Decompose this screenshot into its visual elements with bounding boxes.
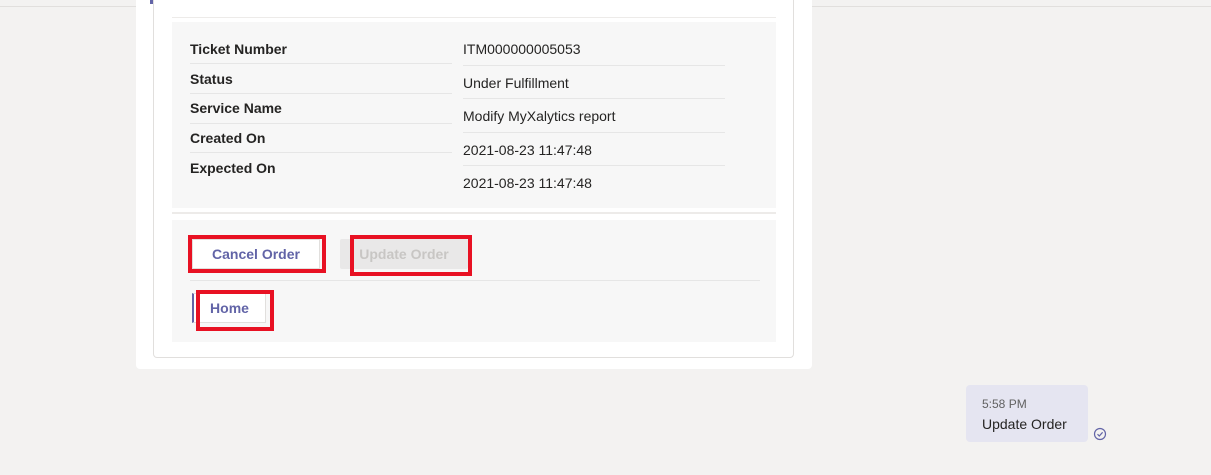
service-name-label: Service Name [190, 100, 282, 116]
status-value: Under Fulfillment [463, 75, 569, 91]
card-separator [172, 17, 776, 18]
row-divider [190, 123, 452, 124]
row-divider [463, 132, 725, 133]
read-receipt-icon [1093, 427, 1107, 441]
message-text: Update Order [982, 416, 1067, 432]
created-on-value: 2021-08-23 11:47:48 [463, 142, 592, 158]
update-order-button[interactable]: Update Order [340, 239, 468, 269]
row-divider [463, 165, 725, 166]
row-divider [190, 63, 452, 64]
status-label: Status [190, 71, 233, 87]
ticket-number-value: ITM000000005053 [463, 41, 581, 57]
message-timestamp: 5:58 PM [982, 397, 1027, 411]
expected-on-label: Expected On [190, 160, 276, 176]
row-divider [463, 98, 725, 99]
ticket-number-label: Ticket Number [190, 41, 287, 57]
cancel-order-button[interactable]: Cancel Order [192, 239, 320, 269]
ticket-details: Ticket Number Status Service Name Create… [172, 22, 776, 208]
home-button[interactable]: Home [192, 293, 266, 323]
created-on-label: Created On [190, 130, 266, 146]
row-divider [463, 65, 725, 66]
service-name-value: Modify MyXalytics report [463, 108, 616, 124]
action-set: Cancel Order Update Order Home [172, 220, 776, 342]
row-divider [190, 152, 452, 153]
row-divider [190, 93, 452, 94]
card-separator [172, 212, 776, 214]
expected-on-value: 2021-08-23 11:47:48 [463, 175, 592, 191]
action-divider [190, 280, 760, 281]
chat-message-bubble[interactable]: 5:58 PM Update Order [966, 385, 1088, 442]
